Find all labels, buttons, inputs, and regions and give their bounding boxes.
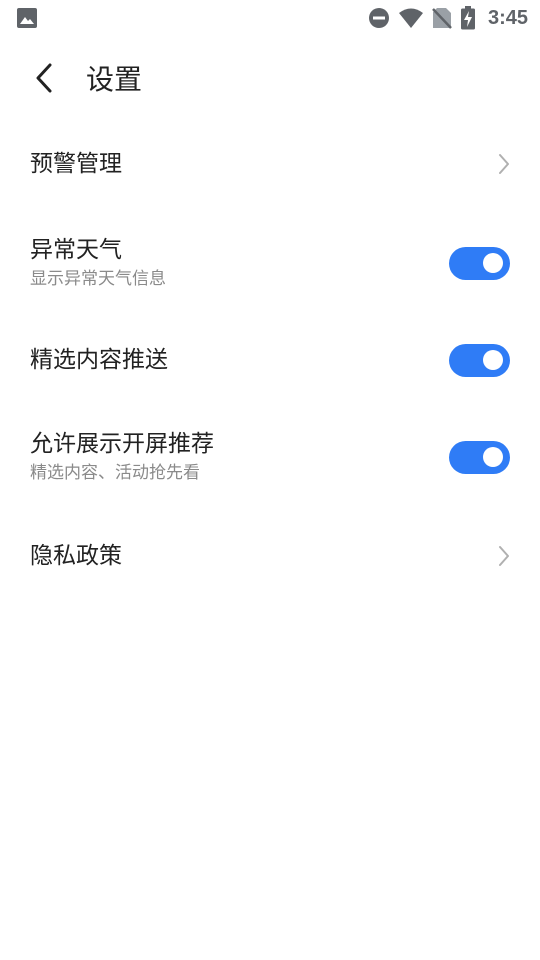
setting-title: 隐私政策 bbox=[30, 543, 122, 569]
status-bar: 3:45 bbox=[0, 0, 540, 36]
chevron-right-icon bbox=[494, 149, 514, 179]
back-button[interactable] bbox=[12, 46, 76, 110]
wifi-icon bbox=[398, 7, 424, 29]
setting-title: 异常天气 bbox=[30, 237, 122, 263]
battery-charging-icon bbox=[460, 6, 476, 30]
setting-title: 允许展示开屏推荐 bbox=[30, 431, 214, 457]
header: 设置 bbox=[0, 46, 540, 110]
settings-list: 预警管理 异常天气 显示异常天气信息 精选内容推送 允许展示开屏推荐 精选内容、… bbox=[0, 118, 540, 602]
setting-row-featured-push: 精选内容推送 bbox=[0, 316, 540, 404]
page-title: 设置 bbox=[86, 63, 143, 96]
back-arrow-icon bbox=[34, 62, 54, 94]
setting-subtitle: 显示异常天气信息 bbox=[30, 269, 166, 289]
toggle-knob bbox=[483, 253, 503, 273]
setting-subtitle: 精选内容、活动抢先看 bbox=[30, 463, 200, 483]
image-icon bbox=[16, 7, 38, 29]
setting-row-abnormal-weather: 异常天气 显示异常天气信息 bbox=[0, 210, 540, 316]
toggle-knob bbox=[483, 350, 503, 370]
featured-push-toggle[interactable] bbox=[449, 343, 510, 377]
setting-title: 精选内容推送 bbox=[30, 347, 168, 373]
setting-row-splash-recommend: 允许展示开屏推荐 精选内容、活动抢先看 bbox=[0, 404, 540, 510]
chevron-right-icon bbox=[494, 541, 514, 571]
settings-screen: 3:45 设置 预警管理 异常天气 显示异常天气信息 精选内容推送 允许展示开屏… bbox=[0, 0, 540, 960]
splash-recommend-toggle[interactable] bbox=[449, 440, 510, 474]
setting-row-privacy-policy[interactable]: 隐私政策 bbox=[0, 510, 540, 602]
no-sim-icon bbox=[432, 7, 452, 29]
status-time: 3:45 bbox=[487, 6, 528, 29]
setting-row-alert-management[interactable]: 预警管理 bbox=[0, 118, 540, 210]
abnormal-weather-toggle[interactable] bbox=[449, 246, 510, 280]
setting-title: 预警管理 bbox=[30, 151, 122, 177]
do-not-disturb-icon bbox=[368, 7, 390, 29]
toggle-knob bbox=[483, 447, 503, 467]
